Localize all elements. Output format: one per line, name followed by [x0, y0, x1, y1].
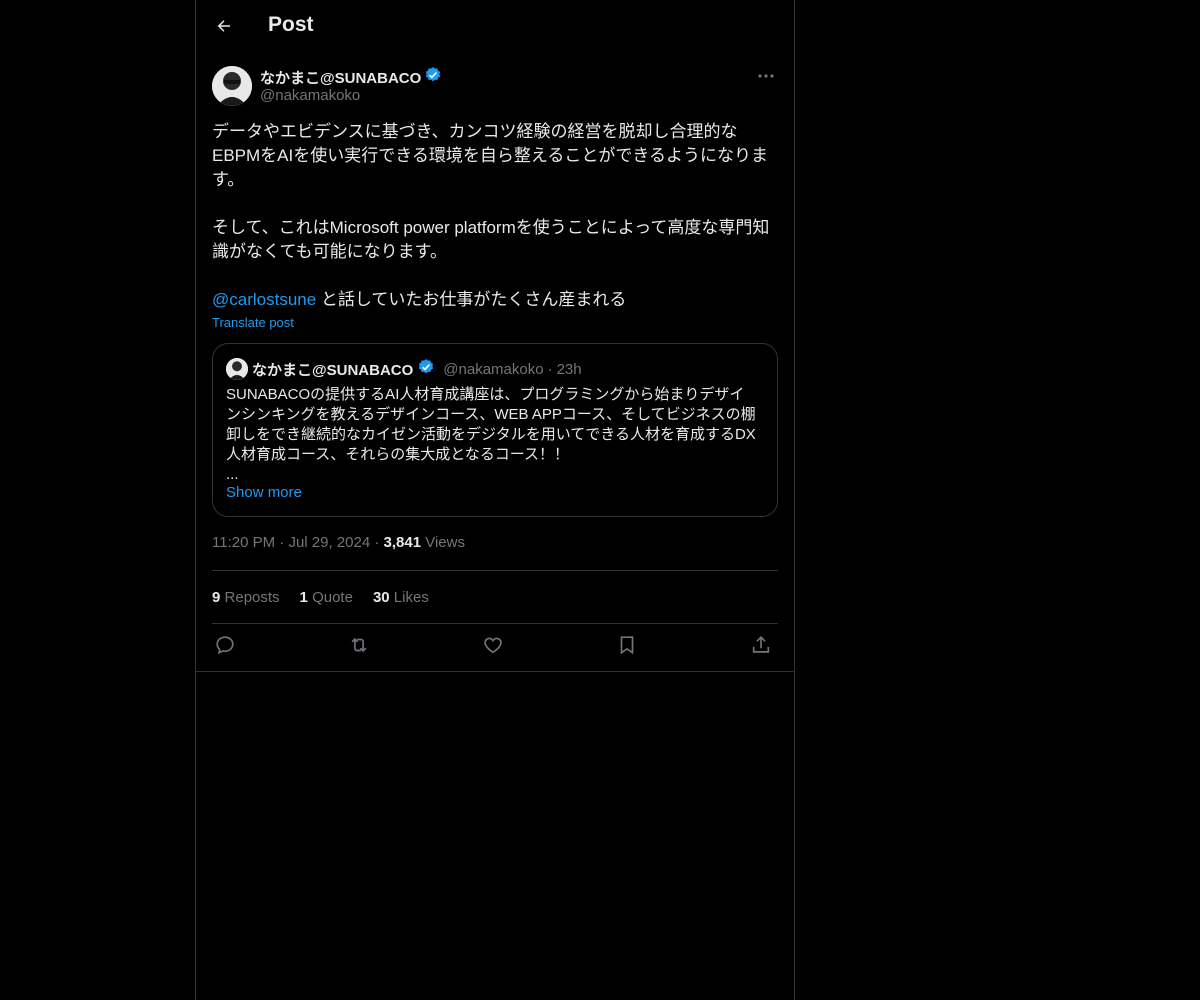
- quotes-label: Quote: [312, 589, 353, 606]
- engagement-stats: 9 Reposts 1 Quote 30 Likes: [212, 589, 429, 606]
- views-label: Views: [425, 534, 465, 551]
- page-title: Post: [268, 13, 314, 36]
- bookmark-icon[interactable]: [616, 634, 642, 660]
- divider: [212, 623, 778, 624]
- like-icon[interactable]: [482, 634, 508, 660]
- post-metadata: 11:20 PM · Jul 29, 2024 · 3,841 Views: [212, 534, 465, 551]
- reposts-label: Reposts: [224, 589, 280, 606]
- action-bar: [212, 634, 778, 660]
- reposts-count: 9: [212, 589, 221, 606]
- quotes-stat[interactable]: 1 Quote: [300, 589, 353, 606]
- quote-author-name: なかまこ@SUNABACO: [252, 361, 414, 379]
- verified-badge-icon: [424, 66, 442, 89]
- post-text: データやエビデンスに基づき、カンコツ経験の経営を脱却し合理的なEBPMをAIを使…: [212, 120, 778, 312]
- mention-link[interactable]: @carlostsune: [212, 290, 316, 309]
- likes-stat[interactable]: 30 Likes: [373, 589, 429, 606]
- post-column: Post なかまこ@SUNABACO @nakamakoko データやエビデンス…: [195, 0, 795, 1000]
- author-name[interactable]: なかまこ@SUNABACO: [260, 67, 421, 88]
- post-date[interactable]: Jul 29, 2024: [288, 534, 370, 551]
- reply-icon[interactable]: [214, 634, 240, 660]
- post-text-para2: そして、これはMicrosoft power platformを使うことによって…: [212, 218, 770, 261]
- author-handle[interactable]: @nakamakoko: [260, 87, 360, 104]
- post-time[interactable]: 11:20 PM: [212, 534, 275, 551]
- post-text-para1: データやエビデンスに基づき、カンコツ経験の経営を脱却し合理的なEBPMをAIを使…: [212, 122, 769, 189]
- verified-badge-icon: [417, 358, 435, 380]
- quote-header: なかまこ@SUNABACO @nakamakoko · 23h: [226, 358, 582, 380]
- quotes-count: 1: [299, 589, 308, 606]
- reposts-stat[interactable]: 9 Reposts: [212, 589, 280, 606]
- divider: [196, 671, 794, 672]
- more-icon[interactable]: [754, 66, 778, 86]
- top-bar: Post: [196, 0, 794, 53]
- quote-text: SUNABACOの提供するAI人材育成講座は、プログラミングから始まりデザインシ…: [226, 386, 756, 483]
- likes-label: Likes: [393, 589, 429, 606]
- divider: [212, 570, 778, 571]
- back-arrow-icon[interactable]: [212, 14, 236, 38]
- views-count: 3,841: [383, 534, 422, 551]
- show-more-link[interactable]: Show more: [226, 484, 302, 501]
- quote-avatar: [226, 358, 248, 380]
- quote-separator: ·: [547, 360, 553, 378]
- post-text-para3: と話していたお仕事がたくさん産まれる: [316, 290, 627, 309]
- share-icon[interactable]: [750, 634, 776, 660]
- repost-icon[interactable]: [348, 634, 374, 660]
- quote-time: 23h: [556, 360, 582, 378]
- likes-count: 30: [372, 589, 390, 606]
- quoted-post[interactable]: なかまこ@SUNABACO @nakamakoko · 23h SUNABACO…: [212, 343, 778, 517]
- translate-post-link[interactable]: Translate post: [212, 315, 294, 330]
- avatar[interactable]: [212, 66, 252, 106]
- quote-author-handle: @nakamakoko: [443, 360, 544, 378]
- author-row: なかまこ@SUNABACO: [260, 66, 442, 89]
- separator: ·: [374, 534, 384, 551]
